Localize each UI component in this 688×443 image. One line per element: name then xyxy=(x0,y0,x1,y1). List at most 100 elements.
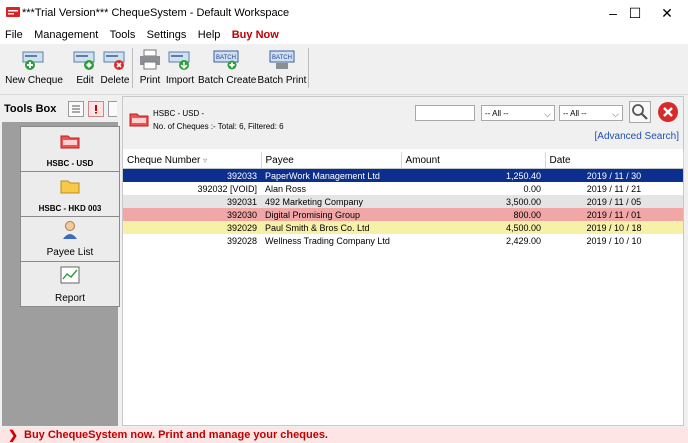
table-row[interactable]: 392029 Paul Smith & Bros Co. Ltd 4,500.0… xyxy=(123,221,683,234)
filter-dropdown-1[interactable]: -- All -- ⌵ xyxy=(481,105,555,121)
panel-toggle-icon[interactable] xyxy=(108,101,117,117)
table-row[interactable]: 392033 PaperWork Management Ltd 1,250.40… xyxy=(123,168,683,182)
import-label: Import xyxy=(165,75,195,86)
edit-label: Edit xyxy=(76,75,94,86)
date-cell: 2019 / 10 / 10 xyxy=(545,234,683,247)
print-button[interactable]: Print xyxy=(136,46,164,90)
import-button[interactable]: Import xyxy=(164,46,196,90)
batch-print-icon-text: BATCH xyxy=(272,55,292,61)
maximize-button[interactable]: ☐ xyxy=(620,4,650,22)
batch-create-icon-text: BATCH xyxy=(216,55,236,61)
close-button[interactable]: ✕ xyxy=(652,4,682,22)
table-row[interactable]: 392031 492 Marketing Company 3,500.00 20… xyxy=(123,195,683,208)
tools-item-payee-list[interactable]: Payee List xyxy=(20,216,120,262)
toolbar-divider xyxy=(132,48,133,88)
amount-cell: 3,500.00 xyxy=(401,195,545,208)
date-cell: 2019 / 11 / 21 xyxy=(545,182,683,195)
menu-buy-now[interactable]: Buy Now xyxy=(229,26,282,44)
tools-box-title: Tools Box xyxy=(4,103,57,115)
table-header-row: Cheque Number ▿ Payee Amount Date xyxy=(123,152,684,169)
app-logo-icon xyxy=(6,7,20,17)
amount-cell: 0.00 xyxy=(401,182,545,195)
batch-print-icon: BATCH xyxy=(269,50,295,69)
cheque-number-cell: 392028 xyxy=(123,234,261,247)
table-row[interactable]: 392030 Digital Promising Group 800.00 20… xyxy=(123,208,683,221)
amount-cell: 1,250.40 xyxy=(401,168,545,182)
toolbar: New Cheque Edit Delete Print Import BATC… xyxy=(0,44,688,95)
batch-create-icon: BATCH xyxy=(213,50,239,70)
delete-button[interactable]: Delete xyxy=(100,46,130,90)
payee-cell: Digital Promising Group xyxy=(261,208,401,221)
account-name: HSBC - USD - xyxy=(153,109,205,118)
promo-message: Buy ChequeSystem now. Print and manage y… xyxy=(24,429,328,441)
menu-tools[interactable]: Tools xyxy=(107,26,139,44)
cheque-count: No. of Cheques :- Total: 6, Filtered: 6 xyxy=(153,122,284,131)
batch-print-button[interactable]: BATCH Batch Print xyxy=(256,46,308,90)
payee-cell: Wellness Trading Company Ltd xyxy=(261,234,401,247)
date-cell: 2019 / 11 / 01 xyxy=(545,208,683,221)
red-folder-icon xyxy=(129,113,149,127)
cheque-number-header[interactable]: Cheque Number ▿ xyxy=(123,152,262,169)
tools-item-hsbc-usd[interactable]: HSBC - USD xyxy=(20,126,120,172)
payee-cell: Alan Ross xyxy=(261,182,401,195)
chevron-right-icon: ❯ xyxy=(8,428,19,442)
list-view-icon[interactable] xyxy=(68,101,84,117)
cheque-number-cell: 392030 xyxy=(123,208,261,221)
amount-cell: 800.00 xyxy=(401,208,545,221)
pin-icon[interactable] xyxy=(88,101,104,117)
printer-icon xyxy=(140,49,160,70)
new-cheque-icon xyxy=(22,51,44,70)
cheque-number-cell: 392032 [VOID] xyxy=(123,182,261,195)
delete-label: Delete xyxy=(100,75,130,86)
payee-cell: Paul Smith & Bros Co. Ltd xyxy=(261,221,401,234)
print-label: Print xyxy=(139,75,161,86)
search-button[interactable] xyxy=(629,101,651,123)
cheque-number-cell: 392029 xyxy=(123,221,261,234)
sort-arrow-icon: ▿ xyxy=(203,155,208,165)
chevron-down-icon: ⌵ xyxy=(612,109,619,119)
date-header[interactable]: Date xyxy=(545,152,684,169)
tools-item-report[interactable]: Report xyxy=(20,261,120,307)
cheque-list-panel: HSBC - USD - No. of Cheques :- Total: 6,… xyxy=(122,96,684,426)
new-cheque-button[interactable]: New Cheque xyxy=(2,46,66,90)
cheque-number-header-label: Cheque Number xyxy=(127,154,201,166)
menu-file[interactable]: File xyxy=(2,26,26,44)
amount-cell: 2,429.00 xyxy=(401,234,545,247)
payee-header[interactable]: Payee xyxy=(261,152,402,169)
table-row[interactable]: 392028 Wellness Trading Company Ltd 2,42… xyxy=(123,234,683,247)
tools-item-hsbc-hkd[interactable]: HSBC - HKD 003 xyxy=(20,171,120,217)
payee-cell: PaperWork Management Ltd xyxy=(261,168,401,182)
edit-button[interactable]: Edit xyxy=(70,46,100,90)
person-icon xyxy=(63,221,77,239)
menu-management[interactable]: Management xyxy=(31,26,101,44)
chevron-down-icon: ⌵ xyxy=(544,109,551,119)
status-bar[interactable]: ❯ Buy ChequeSystem now. Print and manage… xyxy=(0,427,688,443)
chart-icon xyxy=(60,266,80,284)
delete-icon xyxy=(103,51,125,70)
menu-help[interactable]: Help xyxy=(195,26,224,44)
title-bar: ***Trial Version*** ChequeSystem - Defau… xyxy=(0,0,688,26)
clear-search-icon[interactable] xyxy=(657,101,679,123)
menu-settings[interactable]: Settings xyxy=(144,26,190,44)
tools-box-panel: Tools Box HSBC - USD HSBC - HKD 003 Paye… xyxy=(2,96,120,426)
search-input[interactable] xyxy=(415,105,475,121)
table-row[interactable]: 392032 [VOID] Alan Ross 0.00 2019 / 11 /… xyxy=(123,182,683,195)
batch-print-label: Batch Print xyxy=(257,75,307,86)
date-cell: 2019 / 11 / 05 xyxy=(545,195,683,208)
cheque-table: Cheque Number ▿ Payee Amount Date 392033… xyxy=(123,152,684,247)
tools-item-label: Report xyxy=(54,293,85,304)
filter-2-value: -- All -- xyxy=(563,109,587,118)
window-title: ***Trial Version*** ChequeSystem - Defau… xyxy=(22,7,290,19)
import-icon xyxy=(168,51,190,70)
filter-1-value: -- All -- xyxy=(485,109,509,118)
amount-header[interactable]: Amount xyxy=(401,152,546,169)
batch-create-button[interactable]: BATCH Batch Create xyxy=(198,46,256,90)
date-cell: 2019 / 11 / 30 xyxy=(545,168,683,182)
tools-item-label: HSBC - HKD 003 xyxy=(38,204,102,213)
cheque-number-cell: 392031 xyxy=(123,195,261,208)
menu-bar: File Management Tools Settings Help Buy … xyxy=(0,26,688,44)
advanced-search-link[interactable]: [Advanced Search] xyxy=(595,131,680,142)
filter-dropdown-2[interactable]: -- All -- ⌵ xyxy=(559,105,623,121)
toolbar-divider xyxy=(308,48,309,88)
payee-cell: 492 Marketing Company xyxy=(261,195,401,208)
